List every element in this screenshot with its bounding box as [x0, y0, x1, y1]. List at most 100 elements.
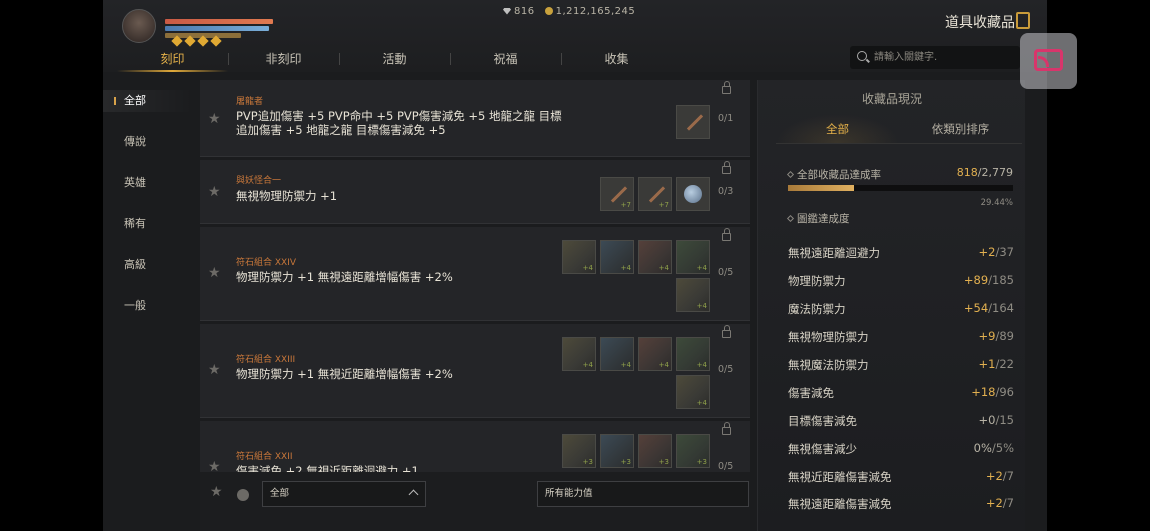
card-description: 無視物理防禦力 +1: [236, 189, 338, 203]
collection-card[interactable]: ★ 符石組合 XXII 傷害減免 +2 無視近距離迴避力 +1 +3 +3 +3…: [200, 421, 750, 472]
item-slot[interactable]: +7: [600, 177, 634, 211]
tab-collect[interactable]: 收集: [561, 46, 672, 72]
stat-row: 魔法防禦力 +54/164: [788, 301, 1014, 321]
item-slot[interactable]: [676, 105, 710, 139]
lock-icon[interactable]: [722, 228, 731, 241]
search-icon[interactable]: [857, 51, 867, 61]
stat-current: +2: [985, 496, 1003, 510]
slot-enchant-label: +4: [582, 264, 593, 272]
currency-display: 816 1,212,165,245: [503, 6, 635, 17]
card-progress: 0/1: [718, 113, 734, 124]
stat-name: 無視近距離傷害減免: [788, 470, 892, 484]
item-slot[interactable]: +3: [638, 434, 672, 468]
stat-value: +9/89: [979, 329, 1014, 343]
item-slot[interactable]: +4: [676, 240, 710, 274]
card-category: 符石組合 XXII: [236, 452, 293, 462]
stat-current: +9: [978, 329, 996, 343]
favorite-star-icon[interactable]: ★: [208, 362, 221, 378]
item-slot[interactable]: +7: [638, 177, 672, 211]
gem-icon: [503, 7, 511, 15]
stat-current: +2: [978, 245, 996, 259]
lock-filter-icon[interactable]: [237, 489, 249, 501]
stat-value: +2/7: [986, 496, 1014, 510]
collection-card[interactable]: ★ 屠龍者 PVP追加傷害 +5 PVP命中 +5 PVP傷害減免 +5 地龍之…: [200, 80, 750, 157]
buff-icon: [171, 35, 183, 47]
item-slot[interactable]: +4: [562, 337, 596, 371]
stat-value: +2/37: [979, 245, 1014, 259]
sidebar-item-hero[interactable]: 英雄: [103, 172, 193, 194]
tab-engraved[interactable]: 刻印: [117, 46, 228, 72]
sidebar-item-all[interactable]: 全部: [103, 90, 193, 112]
item-slot[interactable]: +4: [600, 240, 634, 274]
stat-filter-dropdown[interactable]: 所有能力值: [537, 481, 749, 507]
search-box: [850, 46, 1020, 69]
sidebar-item-advanced[interactable]: 高級: [103, 254, 193, 276]
stat-current: +1: [978, 357, 996, 371]
tab-non-engraved[interactable]: 非刻印: [228, 46, 339, 72]
item-slot[interactable]: +3: [600, 434, 634, 468]
tab-all[interactable]: 全部: [776, 114, 899, 143]
card-progress: 0/5: [718, 267, 734, 278]
category-dropdown[interactable]: 全部: [262, 481, 426, 507]
diamond-bullet-icon: [786, 170, 795, 179]
card-description: 物理防禦力 +1 無視近距離增幅傷害 +2%: [236, 367, 453, 381]
item-slot[interactable]: +4: [562, 240, 596, 274]
stat-name: 無視遠距離傷害減免: [788, 497, 892, 510]
completion-progress-bar: [788, 185, 1013, 191]
collection-card[interactable]: ★ 符石組合 XXIII 物理防禦力 +1 無視近距離增幅傷害 +2% +4 +…: [200, 324, 750, 418]
lock-icon[interactable]: [722, 325, 731, 338]
diamond-bullet-icon: [786, 214, 795, 223]
stat-current: +2: [985, 469, 1003, 483]
buff-icons: [171, 35, 222, 47]
favorite-star-icon[interactable]: ★: [208, 459, 221, 472]
buff-icon: [210, 35, 222, 47]
card-progress: 0/5: [718, 364, 734, 375]
gem-amount: 816: [514, 6, 535, 17]
item-slot[interactable]: +4: [676, 337, 710, 371]
item-slot[interactable]: +4: [638, 240, 672, 274]
item-slot[interactable]: +4: [638, 337, 672, 371]
character-avatar[interactable]: [122, 9, 156, 43]
gem-currency: 816: [503, 6, 535, 17]
item-slot[interactable]: +4: [676, 278, 710, 312]
favorite-star-icon[interactable]: ★: [208, 111, 221, 127]
cast-icon: [1034, 49, 1063, 71]
tab-sort-by-category[interactable]: 依類別排序: [899, 114, 1022, 143]
screen-cast-button[interactable]: [1020, 33, 1077, 89]
slot-enchant-label: +3: [658, 458, 669, 466]
collection-card[interactable]: ★ 符石組合 XXIV 物理防禦力 +1 無視遠距離增幅傷害 +2% +4 +4…: [200, 227, 750, 321]
tab-blessing[interactable]: 祝福: [450, 46, 561, 72]
item-slot[interactable]: [676, 177, 710, 211]
favorite-filter-star-icon[interactable]: ★: [210, 484, 223, 500]
slot-enchant-label: +7: [620, 201, 631, 209]
codex-achievement-label: 圖鑑達成度: [786, 211, 850, 226]
completion-total: /2,779: [977, 166, 1013, 179]
favorite-star-icon[interactable]: ★: [208, 265, 221, 281]
item-slot[interactable]: +4: [600, 337, 634, 371]
exit-icon[interactable]: [1016, 12, 1030, 29]
sidebar-item-legendary[interactable]: 傳說: [103, 131, 193, 153]
lock-icon[interactable]: [722, 161, 731, 174]
collection-status-panel: 收藏品現況 全部 依類別排序 全部收藏品達成率 818/2,779 29.44%…: [757, 80, 1025, 531]
lock-icon[interactable]: [722, 81, 731, 94]
completion-percent: 29.44%: [980, 198, 1013, 208]
sidebar-item-rare[interactable]: 稀有: [103, 213, 193, 235]
slot-enchant-label: +4: [658, 264, 669, 272]
stat-name: 傷害減免: [788, 386, 834, 400]
card-category: 符石組合 XXIII: [236, 355, 296, 365]
lock-icon[interactable]: [722, 422, 731, 435]
sidebar-item-normal[interactable]: 一般: [103, 295, 193, 317]
stat-value: +2/7: [986, 469, 1014, 483]
favorite-star-icon[interactable]: ★: [208, 184, 221, 200]
tab-events[interactable]: 活動: [339, 46, 450, 72]
item-slot[interactable]: +3: [676, 434, 710, 468]
page-title: 道具收藏品: [945, 15, 1015, 31]
item-slot[interactable]: +4: [676, 375, 710, 409]
completion-rate-label: 全部收藏品達成率: [786, 167, 881, 182]
collection-card[interactable]: ★ 與妖怪合一 無視物理防禦力 +1 +7 +7 0/3: [200, 160, 750, 224]
buff-icon: [197, 35, 209, 47]
search-input[interactable]: [874, 49, 1014, 66]
card-category: 屠龍者: [236, 97, 264, 107]
stat-max: /7: [1002, 496, 1014, 510]
item-slot[interactable]: +3: [562, 434, 596, 468]
